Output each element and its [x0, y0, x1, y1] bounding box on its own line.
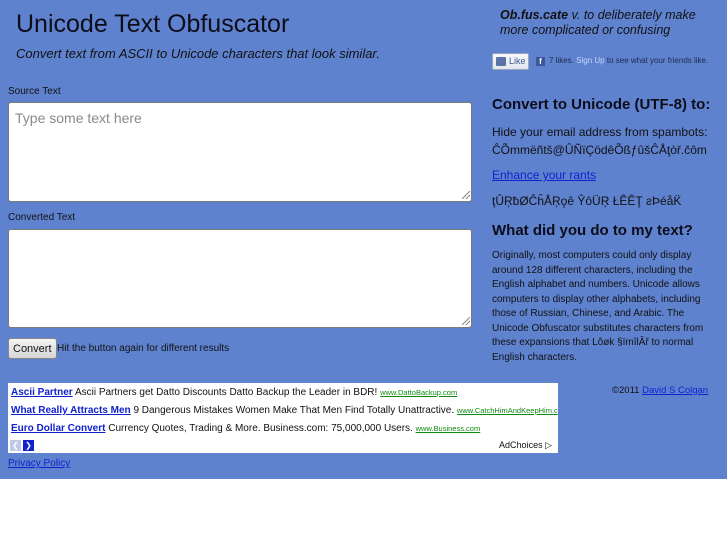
- copyright-year: ©2011: [612, 385, 640, 396]
- rant-example: ţÛŖƀØĈĥÅŖǫê ŶôÜŖ ŁÊÊŢ ƨÞéåK̈: [492, 194, 682, 208]
- ad-item: Ascii Partner Ascii Partners get Datto D…: [11, 387, 457, 398]
- source-text-label: Source Text: [8, 86, 61, 97]
- ad-item: What Really Attracts Men 9 Dangerous Mis…: [11, 405, 558, 416]
- chevron-left-icon[interactable]: ❮: [10, 440, 21, 451]
- ad-url-link[interactable]: www.CatchHimAndKeepHim.c: [457, 406, 558, 415]
- chevron-right-icon[interactable]: ❯: [23, 440, 34, 451]
- ad-item: Euro Dollar Convert Currency Quotes, Tra…: [11, 423, 480, 434]
- ad-box: Ascii Partner Ascii Partners get Datto D…: [8, 383, 558, 453]
- convert-hint: Hit the button again for different resul…: [57, 343, 230, 354]
- privacy-policy-link[interactable]: Privacy Policy: [8, 458, 70, 469]
- ad-title-link[interactable]: Euro Dollar Convert: [11, 423, 105, 434]
- ad-title-link[interactable]: Ascii Partner: [11, 387, 73, 398]
- ad-url-link[interactable]: www.DattoBackup.com: [380, 388, 457, 397]
- ad-title-link[interactable]: What Really Attracts Men: [11, 405, 131, 416]
- copyright: ©2011 David S Colgan: [612, 385, 708, 396]
- what-heading: What did you do to my text?: [492, 222, 693, 239]
- likes-rest: to see what your friends like.: [606, 56, 709, 65]
- explanation-text: Originally, most computers could only di…: [492, 250, 704, 363]
- definition: Ob.fus.cate v. to deliberately make more…: [500, 8, 722, 38]
- facebook-like-count: 7 likes. Sign Up to see what your friend…: [549, 56, 727, 65]
- ad-text: Ascii Partners get Datto Discounts Datto…: [74, 387, 378, 398]
- resize-grip-icon[interactable]: [462, 191, 470, 199]
- thumbs-up-icon: [496, 57, 506, 66]
- hide-email-text: Hide your email address from spambots:: [492, 125, 708, 139]
- ad-navigation: ❮ ❯: [10, 440, 34, 451]
- author-link[interactable]: David S Colgan: [642, 385, 708, 396]
- facebook-signup-link[interactable]: Sign Up: [576, 56, 604, 65]
- converted-text-output[interactable]: [8, 229, 472, 328]
- convert-button[interactable]: Convert: [8, 338, 57, 359]
- definition-word: Ob.fus.cate: [500, 8, 569, 22]
- facebook-like-button[interactable]: Like: [492, 53, 529, 70]
- enhance-rants-link[interactable]: Enhance your rants: [492, 168, 596, 182]
- page-title: Unicode Text Obfuscator: [16, 10, 290, 38]
- convert-heading: Convert to Unicode (UTF-8) to:: [492, 96, 711, 113]
- page-background: Unicode Text Obfuscator Convert text fro…: [0, 0, 727, 479]
- email-example: ĈÕmmëñtš@ÛÑïÇödêÕßƒûšĈÅţòř.čôm: [492, 143, 707, 157]
- page-subtitle: Convert text from ASCII to Unicode chara…: [16, 46, 380, 61]
- facebook-icon: f: [536, 57, 545, 66]
- likes-count: 7 likes.: [549, 56, 574, 65]
- converted-text-label: Converted Text: [8, 212, 76, 223]
- adchoices-link[interactable]: AdChoices ▷: [499, 440, 552, 451]
- like-label: Like: [509, 56, 526, 66]
- source-text-input[interactable]: [8, 102, 472, 202]
- ad-text: 9 Dangerous Mistakes Women Make That Men…: [133, 405, 455, 416]
- ad-url-link[interactable]: www.Business.com: [416, 424, 481, 433]
- resize-grip-icon[interactable]: [462, 317, 470, 325]
- ad-text: Currency Quotes, Trading & More. Busines…: [108, 423, 413, 434]
